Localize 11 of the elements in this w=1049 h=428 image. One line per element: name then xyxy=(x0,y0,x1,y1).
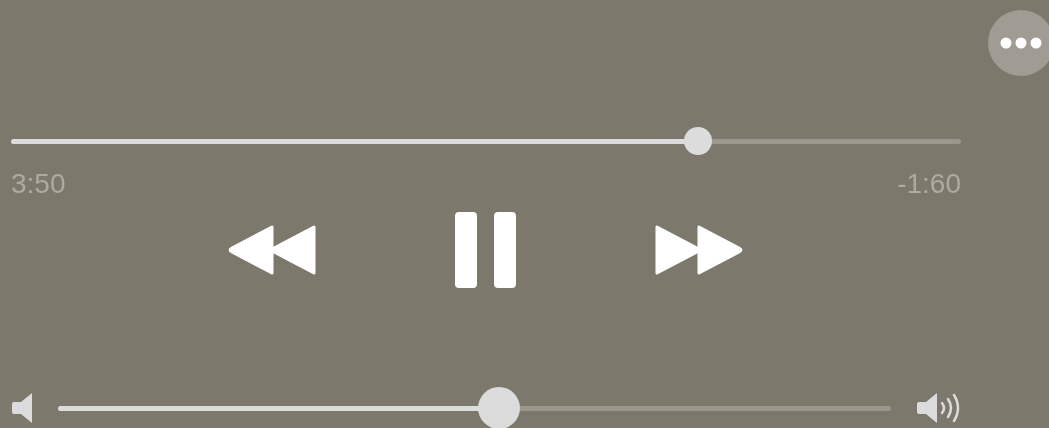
speaker-icon xyxy=(12,393,32,423)
speaker-loud-icon xyxy=(917,392,962,424)
slider-thumb[interactable] xyxy=(683,127,712,155)
pause-icon xyxy=(455,212,516,288)
fast-forward-icon xyxy=(655,225,743,275)
rewind-icon xyxy=(228,225,316,275)
slider-thumb[interactable] xyxy=(477,387,520,428)
pause-button[interactable] xyxy=(455,212,516,288)
rewind-button[interactable] xyxy=(228,225,316,275)
fast-forward-button[interactable] xyxy=(655,225,743,275)
ellipsis-icon xyxy=(1000,37,1042,49)
